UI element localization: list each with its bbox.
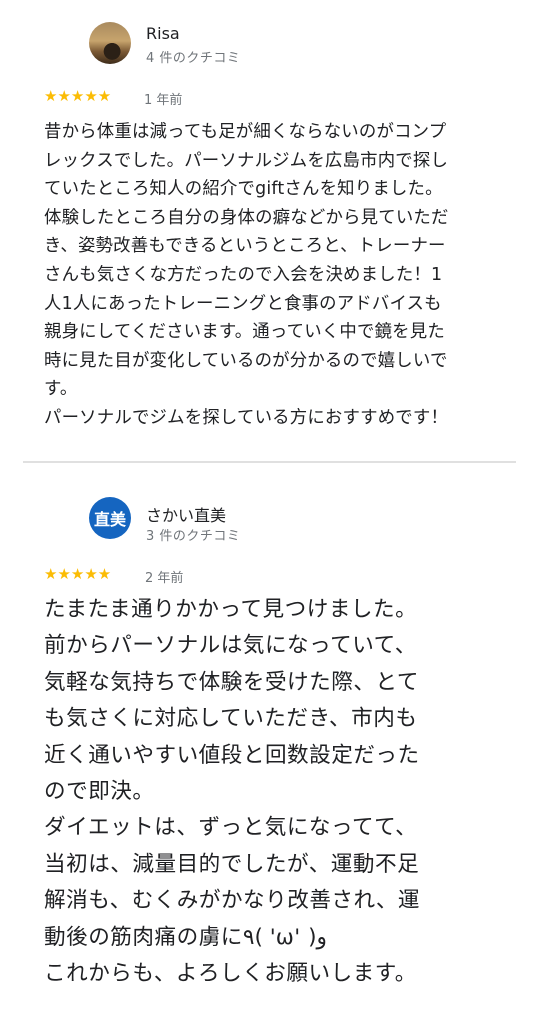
review-card: Risa 4 件のクチコミ ★★★★★ 1 年前 昔から体重は減っても足が細くな… xyxy=(0,0,539,460)
reviewer-name[interactable]: さかい直美 xyxy=(146,502,226,526)
star-rating: ★★★★★ xyxy=(44,565,112,583)
review-count: 4 件のクチコミ xyxy=(146,51,241,66)
review-date: 2 年前 xyxy=(145,571,184,586)
review-date: 1 年前 xyxy=(144,93,183,108)
reviewer-name[interactable]: Risa xyxy=(146,24,180,43)
reviewer-avatar[interactable] xyxy=(89,22,131,64)
review-text: たまたま通りかかって見つけました。 前からパーソナルは気になっていて、 気軽な気… xyxy=(44,597,421,987)
review-count: 3 件のクチコミ xyxy=(146,529,241,544)
review-text: 昔から体重は減っても足が細くならないのがコンプ レックスでした。パーソナルジムを… xyxy=(44,122,449,428)
divider xyxy=(23,461,516,463)
reviewer-avatar[interactable]: 直美 xyxy=(89,497,131,539)
star-rating: ★★★★★ xyxy=(44,87,112,105)
